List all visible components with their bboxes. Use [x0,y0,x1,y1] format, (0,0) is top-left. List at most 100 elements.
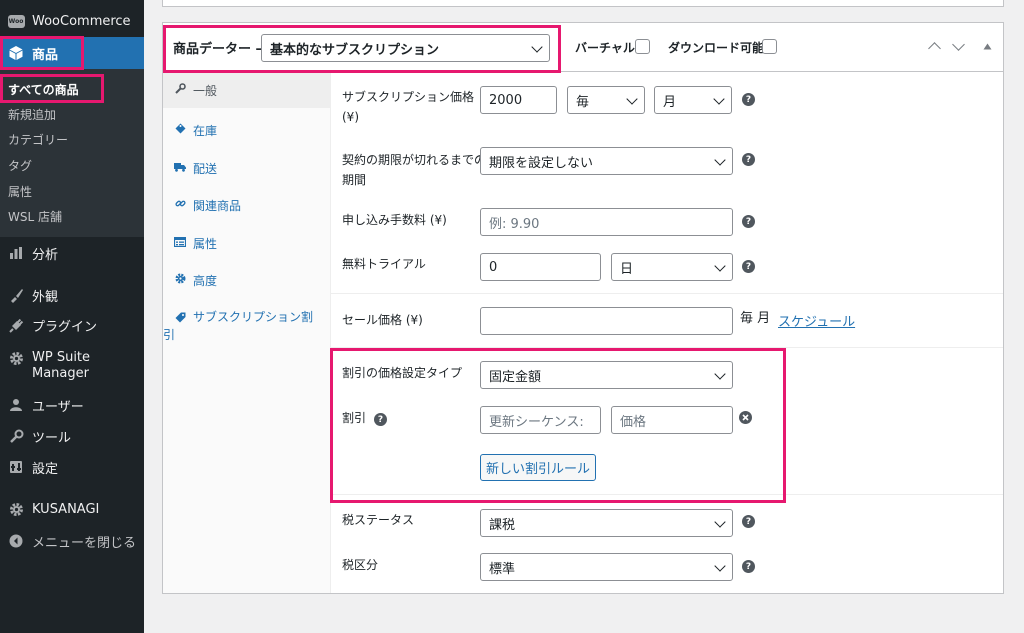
menu-analytics-label: 分析 [32,247,59,263]
help-icon[interactable]: ? [374,413,387,426]
tab-shipping[interactable]: 配送 [163,150,330,186]
menu-settings[interactable]: 設定 [0,452,144,482]
billing-period-select[interactable]: 月 [654,86,732,114]
menu-wp-suite-manager-label: WP Suite Manager [32,350,91,381]
menu-wp-suite-manager[interactable]: WP Suite Manager [0,350,144,384]
tax-class-label: 税区分 [342,558,379,572]
divider [331,293,1003,294]
gear-icon [6,502,26,517]
chevron-down-icon [714,560,726,572]
help-icon[interactable]: ? [742,93,755,106]
signup-fee-input[interactable]: 例: 9.90 [480,208,733,236]
menu-appearance[interactable]: 外観 [0,280,144,310]
free-trial-length-input[interactable]: 0 [480,253,601,281]
submenu-attributes[interactable]: 属性 [8,180,32,202]
move-down-icon[interactable] [952,38,965,51]
sale-price-label: セール価格 (¥) [342,313,423,327]
tag-icon [173,123,187,137]
discount-type-select[interactable]: 固定金額 [480,361,733,389]
chevron-down-icon [713,93,725,105]
help-icon[interactable]: ? [742,260,755,273]
chevron-down-icon [714,368,726,380]
help-icon[interactable]: ? [742,560,755,573]
chevron-down-icon [626,93,638,105]
gear-icon [173,273,187,287]
tax-status-select[interactable]: 課税 [480,509,733,537]
renewal-sequence-input[interactable]: 更新シーケンス: [480,406,601,434]
discount-type-label: 割引の価格設定タイプ [342,366,463,380]
billing-interval-select[interactable]: 毎 [567,86,645,114]
virtual-checkbox[interactable] [635,39,650,54]
submenu-wsl-stores[interactable]: WSL 店舗 [8,205,62,227]
tab-subscription-discount[interactable]: サブスクリプション割 引 [163,302,330,344]
sale-period-text: 毎 月 [740,311,771,326]
help-icon[interactable]: ? [742,153,755,166]
menu-tools[interactable]: ツール [0,421,144,451]
downloadable-checkbox[interactable] [762,39,777,54]
submenu-all-products[interactable]: すべての商品 [8,78,79,100]
menu-settings-label: 設定 [32,461,59,477]
previous-metabox-edge [162,0,1004,7]
help-icon[interactable]: ? [742,515,755,528]
free-trial-label: 無料トライアル [342,257,426,271]
help-icon[interactable]: ? [742,215,755,228]
subscription-length-select[interactable]: 期限を設定しない [480,147,733,175]
submenu-tags[interactable]: タグ [8,154,32,176]
menu-products[interactable]: 商品 [0,37,144,69]
tax-class-select[interactable]: 標準 [480,553,733,581]
menu-plugins[interactable]: プラグイン [0,310,144,340]
subscription-price-input[interactable]: 2000 [480,86,557,114]
subscription-price-label: サブスクリプション価格 (¥) [342,90,475,124]
product-data-label: 商品データー — [173,42,269,57]
menu-users-label: ユーザー [32,399,84,415]
menu-plugins-label: プラグイン [32,319,98,335]
submenu-add-new[interactable]: 新規追加 [8,103,56,125]
tab-general[interactable]: 一般 [163,72,330,108]
menu-collapse-label: メニューを閉じる [32,535,137,551]
move-up-icon[interactable] [928,42,941,55]
chevron-down-icon [531,41,543,53]
tab-inventory[interactable]: 在庫 [163,112,330,148]
divider [331,347,1003,348]
menu-users[interactable]: ユーザー [0,390,144,420]
chevron-down-icon [714,516,726,528]
truck-icon [173,162,187,175]
menu-analytics[interactable]: 分析 [0,238,144,268]
menu-collapse[interactable]: メニューを閉じる [0,526,144,556]
new-discount-rule-button[interactable]: 新しい割引ルール [480,454,596,481]
wrench-icon [6,429,26,444]
paintbrush-icon [6,288,26,303]
submenu-categories[interactable]: カテゴリー [8,128,68,150]
discount-label: 割引 [342,411,367,425]
menu-kusanagi[interactable]: KUSANAGI [0,494,144,524]
tax-status-label: 税ステータス [342,513,415,527]
woocommerce-icon: Woo [6,14,26,28]
sale-price-input[interactable] [480,307,733,335]
tab-linked-products[interactable]: 関連商品 [163,187,330,223]
free-trial-period-select[interactable]: 日 [611,253,733,281]
metabox-header: 商品データー — 基本的なサブスクリプション バーチャル: ダウンロード可能: [163,23,1003,72]
product-type-select[interactable]: 基本的なサブスクリプション [261,34,550,62]
gear-icon [6,351,26,366]
admin-sidebar: Woo WooCommerce 商品 すべての商品 新規追加 カテゴリー タグ … [0,0,144,633]
bar-chart-icon [6,246,26,260]
plugin-icon [6,318,26,333]
menu-appearance-label: 外観 [32,289,59,305]
table-icon [173,236,187,250]
remove-rule-icon[interactable] [739,411,752,424]
wrench-icon [173,83,187,97]
menu-woocommerce[interactable]: Woo WooCommerce [0,6,144,36]
schedule-link[interactable]: スケジュール [778,311,855,330]
chevron-down-icon [714,260,726,272]
tab-attributes[interactable]: 属性 [163,225,330,261]
menu-tools-label: ツール [32,430,72,446]
divider [331,494,1003,495]
settings-icon [6,460,26,474]
products-submenu: すべての商品 新規追加 カテゴリー タグ 属性 WSL 店舗 [0,69,144,237]
toggle-panel-icon[interactable] [983,43,992,50]
menu-woocommerce-label: WooCommerce [32,13,131,29]
subscription-length-label: 契約の期限が切れるまでの 期間 [342,153,487,187]
tab-advanced[interactable]: 高度 [163,262,330,298]
discount-price-input[interactable]: 価格 [611,406,733,434]
chevron-down-icon [714,154,726,166]
